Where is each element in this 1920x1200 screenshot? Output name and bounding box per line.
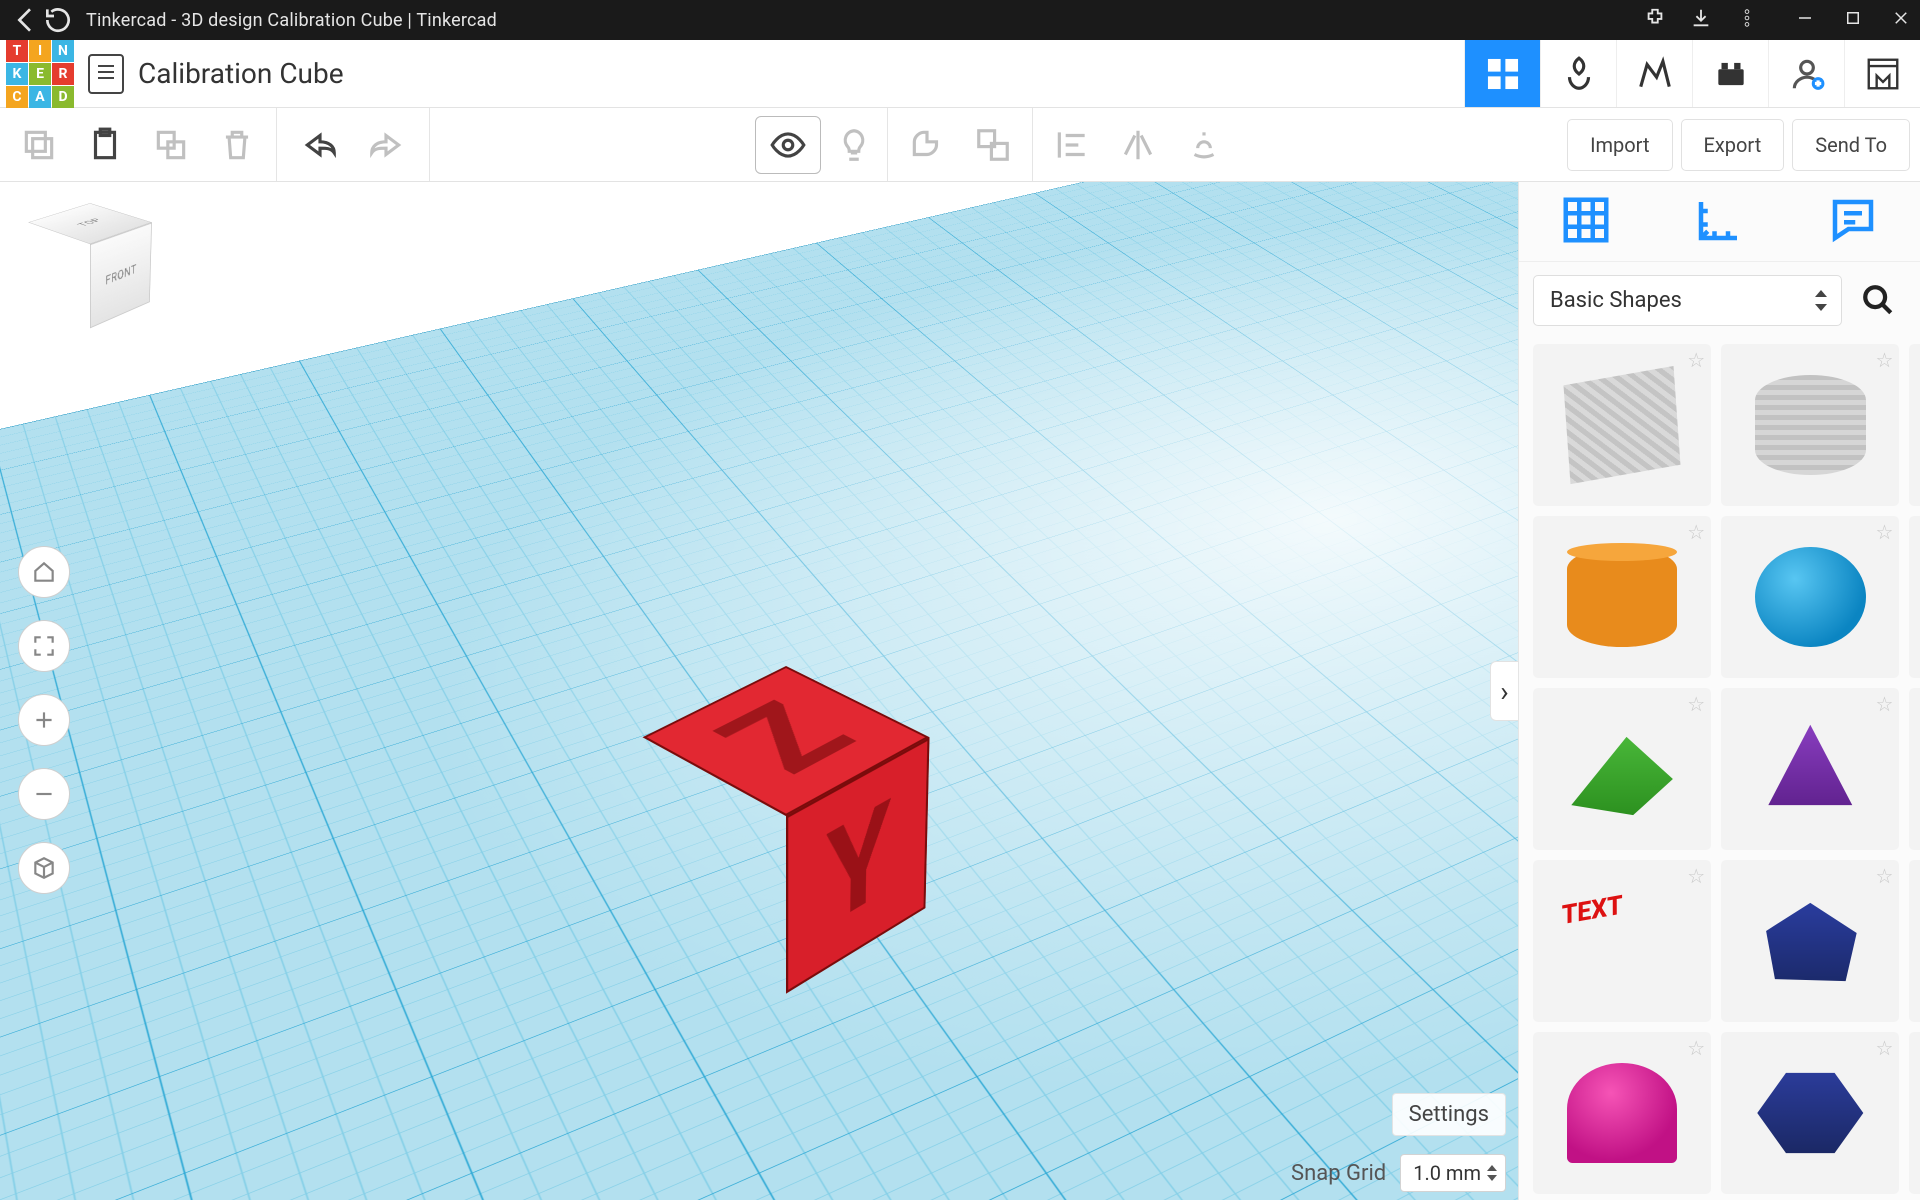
favorite-star-icon[interactable]: ☆	[1875, 692, 1893, 716]
send-to-button[interactable]: Send To	[1792, 119, 1910, 171]
shapes-grid: ☆☆☆☆☆☆☆☆☆TEXT☆☆☆☆☆☆	[1519, 338, 1920, 1200]
shapes-panel: Basic Shapes ☆☆☆☆☆☆☆☆☆TEXT☆☆☆☆☆☆	[1518, 182, 1920, 1200]
view-cube[interactable]: TOP FRONT RIGHT	[20, 196, 160, 336]
undo-button[interactable]	[287, 116, 353, 174]
favorite-star-icon[interactable]: ☆	[1875, 520, 1893, 544]
shape-roof[interactable]: ☆	[1533, 688, 1711, 850]
window-maximize[interactable]	[1844, 9, 1862, 31]
snap-grid-select[interactable]: 1.0 mm	[1400, 1154, 1506, 1192]
lightbulb-button[interactable]	[821, 116, 887, 174]
favorite-star-icon[interactable]: ☆	[1687, 1036, 1705, 1060]
workspace: Z Y X TOP FRONT RIGHT Settings Snap Grid…	[0, 182, 1920, 1200]
redo-button[interactable]	[353, 116, 419, 174]
window-close[interactable]	[1892, 9, 1910, 31]
shape-pyramid[interactable]: ☆	[1909, 860, 1920, 1022]
toolbar: Import Export Send To	[0, 108, 1920, 182]
shape-box[interactable]: ☆	[1909, 344, 1920, 506]
shape-hex-prism[interactable]: ☆	[1721, 1032, 1899, 1194]
panel-collapse-icon[interactable]: ›	[1490, 661, 1518, 721]
favorite-star-icon[interactable]: ☆	[1875, 864, 1893, 888]
reload-button[interactable]	[42, 4, 74, 36]
browser-chrome: Tinkercad - 3D design Calibration Cube |…	[0, 0, 1920, 40]
snap-grid-label: Snap Grid	[1291, 1161, 1386, 1186]
shape-scribble[interactable]: ☆	[1909, 516, 1920, 678]
kebab-menu-icon[interactable]	[1736, 7, 1758, 33]
shape-box-hole[interactable]: ☆	[1533, 344, 1711, 506]
workplane-tool-icon[interactable]	[1559, 193, 1613, 251]
group-button[interactable]	[894, 116, 960, 174]
account-icon[interactable]	[1768, 40, 1844, 107]
ruler-tool-icon[interactable]	[1692, 193, 1746, 251]
zoom-out-button[interactable]	[18, 768, 70, 820]
ungroup-button[interactable]	[960, 116, 1026, 174]
canvas-3d[interactable]: Z Y X TOP FRONT RIGHT Settings Snap Grid…	[0, 182, 1518, 1200]
favorite-star-icon[interactable]: ☆	[1687, 520, 1705, 544]
shape-half-sphere[interactable]: ☆	[1533, 1032, 1711, 1194]
duplicate-button[interactable]	[138, 116, 204, 174]
app-header: TINKERCAD Calibration Cube	[0, 40, 1920, 108]
design-list-icon[interactable]	[88, 54, 124, 94]
shape-category-select[interactable]: Basic Shapes	[1533, 275, 1842, 326]
back-button[interactable]	[10, 4, 42, 36]
shape-cylinder[interactable]: ☆	[1533, 516, 1711, 678]
shape-sphere[interactable]: ☆	[1721, 516, 1899, 678]
window-minimize[interactable]	[1796, 9, 1814, 31]
favorite-star-icon[interactable]: ☆	[1687, 864, 1705, 888]
shape-cone[interactable]: ☆	[1721, 688, 1899, 850]
favorite-star-icon[interactable]: ☆	[1875, 1036, 1893, 1060]
shape-round-roof[interactable]: ☆	[1909, 688, 1920, 850]
mode-lego[interactable]	[1692, 40, 1768, 107]
visibility-button[interactable]	[755, 116, 821, 174]
mode-blocks[interactable]	[1540, 40, 1616, 107]
align-button[interactable]	[1039, 116, 1105, 174]
zoom-in-button[interactable]	[18, 694, 70, 746]
downloads-icon[interactable]	[1690, 7, 1712, 33]
fit-view-button[interactable]	[18, 620, 70, 672]
tinkercad-logo[interactable]: TINKERCAD	[6, 40, 74, 108]
favorite-star-icon[interactable]: ☆	[1875, 348, 1893, 372]
shape-text[interactable]: TEXT☆	[1533, 860, 1711, 1022]
mode-3d-design[interactable]	[1464, 40, 1540, 107]
shape-cylinder-hole[interactable]: ☆	[1721, 344, 1899, 506]
view-controls	[18, 546, 70, 894]
delete-button[interactable]	[204, 116, 270, 174]
workplane-settings-button[interactable]: Settings	[1392, 1093, 1506, 1136]
favorite-star-icon[interactable]: ☆	[1687, 348, 1705, 372]
mode-bricks[interactable]	[1616, 40, 1692, 107]
cruise-button[interactable]	[1171, 116, 1237, 174]
export-button[interactable]: Export	[1681, 119, 1785, 171]
model-calibration-cube[interactable]: Z Y X	[686, 724, 886, 924]
document-name[interactable]: Calibration Cube	[138, 57, 344, 90]
home-view-button[interactable]	[18, 546, 70, 598]
shape-paraboloid[interactable]: ☆	[1909, 1032, 1920, 1194]
extensions-icon[interactable]	[1644, 7, 1666, 33]
paste-button[interactable]	[72, 116, 138, 174]
favorite-star-icon[interactable]: ☆	[1687, 692, 1705, 716]
tab-title: Tinkercad - 3D design Calibration Cube |…	[86, 10, 497, 31]
shape-search-button[interactable]	[1850, 272, 1906, 328]
notes-tool-icon[interactable]	[1826, 193, 1880, 251]
mirror-button[interactable]	[1105, 116, 1171, 174]
copy-button[interactable]	[6, 116, 72, 174]
printer-icon[interactable]	[1844, 40, 1920, 107]
import-button[interactable]: Import	[1567, 119, 1672, 171]
shape-polygon[interactable]: ☆	[1721, 860, 1899, 1022]
ortho-toggle-button[interactable]	[18, 842, 70, 894]
